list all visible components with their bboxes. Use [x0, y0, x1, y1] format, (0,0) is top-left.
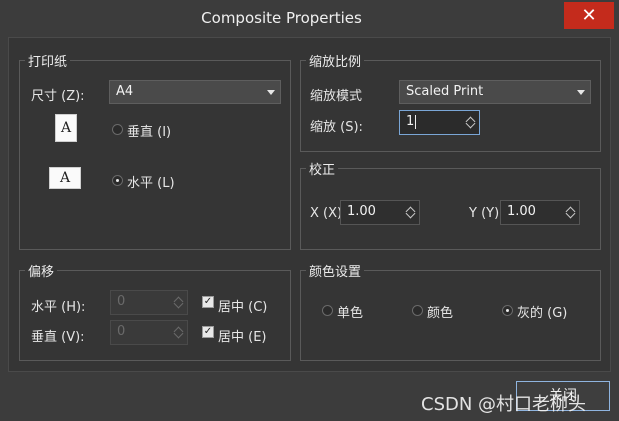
color-radio[interactable]	[412, 305, 423, 316]
chevron-down-icon	[577, 90, 585, 95]
scaling-group	[300, 60, 601, 152]
offset-h-input[interactable]: 0	[110, 290, 188, 315]
chevron-down-icon	[267, 90, 275, 95]
portrait-label[interactable]: 垂直 (I)	[127, 121, 171, 140]
color-legend: 颜色设置	[306, 261, 365, 280]
landscape-radio[interactable]	[112, 175, 123, 186]
print-paper-legend: 打印纸	[25, 51, 71, 70]
offset-h-label: 水平 (H):	[31, 300, 86, 315]
offset-v-label: 垂直 (V):	[31, 330, 85, 345]
offset-group	[19, 270, 291, 361]
center-v-checkbox[interactable]: ✓	[202, 326, 214, 338]
center-v-label[interactable]: 居中 (E)	[218, 326, 267, 345]
scale-mode-value: Scaled Print	[406, 84, 484, 99]
scale-value: 1	[406, 114, 415, 129]
offset-v-input[interactable]: 0	[110, 320, 188, 345]
center-h-checkbox[interactable]: ✓	[202, 296, 214, 308]
offset-h-value: 0	[117, 294, 126, 309]
correction-legend: 校正	[306, 159, 339, 178]
watermark: CSDN @村口老柳头	[421, 394, 587, 415]
paper-size-dropdown[interactable]: A4	[109, 80, 281, 104]
correction-x-value: 1.00	[347, 204, 376, 219]
close-button[interactable]: ✕	[564, 2, 614, 29]
paper-size-label: 尺寸 (Z):	[31, 89, 85, 104]
close-icon: ✕	[581, 5, 597, 26]
portrait-page-icon: A	[55, 114, 77, 142]
scaling-legend: 缩放比例	[306, 51, 365, 70]
landscape-page-icon: A	[49, 167, 81, 189]
gray-radio[interactable]	[502, 305, 513, 316]
scale-mode-dropdown[interactable]: Scaled Print	[399, 80, 591, 104]
check-icon: ✓	[203, 326, 213, 337]
gray-label[interactable]: 灰的 (G)	[517, 302, 567, 321]
correction-x-label: X (X)	[310, 206, 343, 221]
check-icon: ✓	[203, 296, 213, 307]
color-label[interactable]: 颜色	[427, 302, 453, 321]
offset-legend: 偏移	[25, 261, 58, 280]
portrait-radio[interactable]	[112, 124, 123, 135]
correction-y-label: Y (Y)	[469, 206, 500, 221]
mono-radio[interactable]	[322, 305, 333, 316]
window-title: Composite Properties	[201, 9, 362, 27]
center-h-label[interactable]: 居中 (C)	[218, 296, 267, 315]
mono-label[interactable]: 单色	[337, 302, 363, 321]
correction-y-input[interactable]: 1.00	[500, 200, 580, 225]
scale-mode-label: 缩放模式	[310, 89, 363, 104]
correction-x-input[interactable]: 1.00	[340, 200, 420, 225]
landscape-label[interactable]: 水平 (L)	[127, 172, 175, 191]
offset-v-value: 0	[117, 324, 126, 339]
paper-size-value: A4	[116, 84, 134, 99]
scale-input[interactable]: 1	[399, 110, 480, 135]
correction-y-value: 1.00	[507, 204, 536, 219]
scale-label: 缩放 (S):	[310, 120, 363, 135]
